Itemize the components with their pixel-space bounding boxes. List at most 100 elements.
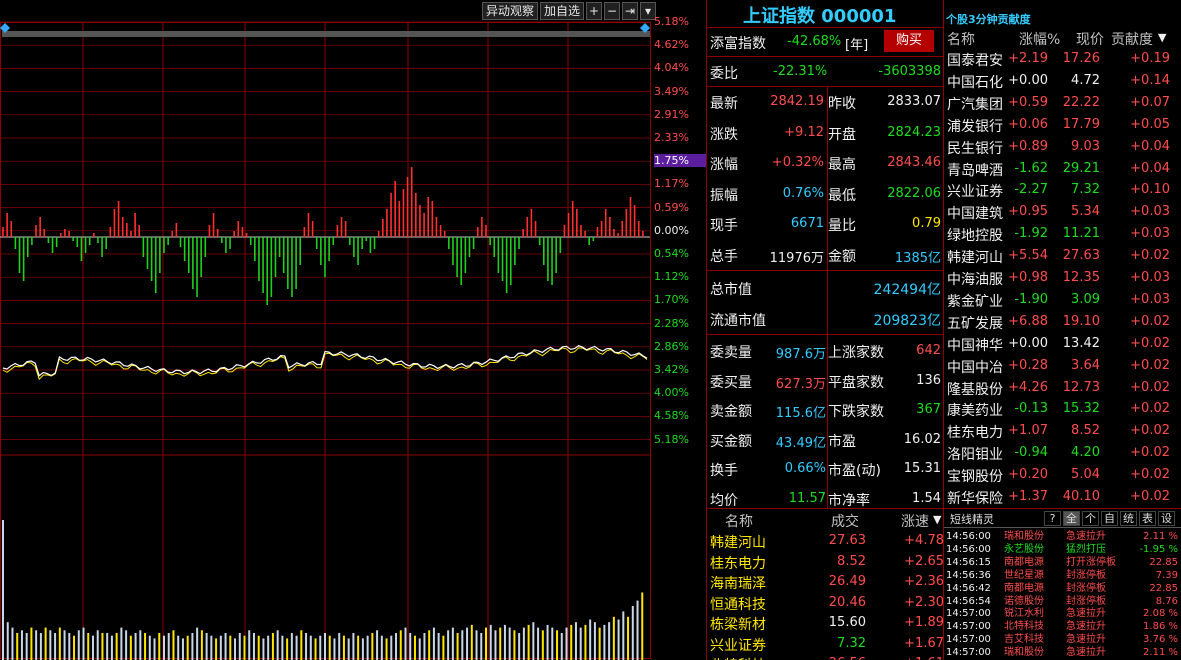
pct-change: -1.62 xyxy=(1014,160,1048,176)
list-item[interactable]: 桂东电力 8.52 +2.65 xyxy=(707,552,944,572)
contribution-row[interactable]: 中国中冶 +0.28 3.64 +0.02 xyxy=(944,356,1181,377)
contribution-header: 名称 涨幅% 现价 贡献度 ▼ xyxy=(944,28,1181,49)
list-item[interactable]: 海南瑞泽 26.49 +2.36 xyxy=(707,572,944,592)
pct-change: +0.20 xyxy=(1008,467,1048,483)
contribution-row[interactable]: 隆基股份 +4.26 12.73 +0.02 xyxy=(944,378,1181,399)
sort-down-icon[interactable]: ▼ xyxy=(933,513,941,526)
contribution-row[interactable]: 洛阳钼业 -0.94 4.20 +0.02 xyxy=(944,443,1181,464)
sprite-tab[interactable]: 个 xyxy=(1082,511,1099,526)
stat-value: 367 xyxy=(916,402,941,417)
sprite-row[interactable]: 14:56:54 诺德股份 封涨停板 8.76 xyxy=(944,595,1181,608)
pct-change: +0.59 xyxy=(1008,94,1048,110)
sprite-stock: 南都电源 xyxy=(1004,582,1044,594)
sprite-row[interactable]: 14:57:00 吉艾科技 急速拉升 3.76 % xyxy=(944,633,1181,646)
buy-button[interactable]: 购买 xyxy=(884,30,934,52)
current-price: 13.42 xyxy=(1062,335,1100,351)
pct-change: +1.37 xyxy=(1008,489,1048,504)
jump-end-icon[interactable]: ⇥ xyxy=(622,2,639,20)
contribution-row[interactable]: 绿地控股 -1.92 11.21 +0.03 xyxy=(944,224,1181,245)
contribution-row[interactable]: 兴业证券 -2.27 7.32 +0.10 xyxy=(944,180,1181,201)
anomaly-button[interactable]: 异动观察 xyxy=(482,2,539,20)
zoom-in-icon[interactable]: + xyxy=(586,2,603,20)
sprite-row[interactable]: 14:56:36 世纪星源 封涨停板 7.39 xyxy=(944,569,1181,582)
quote-row: 涨幅 +0.32% 最高 2843.46 xyxy=(707,148,944,177)
contribution-row[interactable]: 中国建筑 +0.95 5.34 +0.03 xyxy=(944,202,1181,223)
contribution-row[interactable]: 浦发银行 +0.06 17.79 +0.05 xyxy=(944,115,1181,136)
contribution-row[interactable]: 五矿发展 +6.88 19.10 +0.02 xyxy=(944,312,1181,333)
list-item[interactable]: 恒通科技 20.46 +2.30 xyxy=(707,593,944,613)
list-header-speed[interactable]: 涨速 xyxy=(901,511,929,531)
list-item[interactable]: 北特科技 26.56 +1.61 xyxy=(707,654,944,660)
stock-name: 桂东电力 xyxy=(710,555,766,572)
contribution-row[interactable]: 桂东电力 +1.07 8.52 +0.02 xyxy=(944,421,1181,442)
stock-name: 洛阳钼业 xyxy=(947,447,1003,464)
contribution-row[interactable]: 中国石化 +0.00 4.72 +0.14 xyxy=(944,71,1181,92)
contribution-row[interactable]: 韩建河山 +5.54 27.63 +0.02 xyxy=(944,246,1181,267)
contribution-row[interactable]: 广汽集团 +0.59 22.22 +0.07 xyxy=(944,93,1181,114)
stat-value: 0.76% xyxy=(782,185,824,201)
sprite-tab[interactable]: ? xyxy=(1044,511,1061,526)
sprite-time: 14:56:15 xyxy=(946,556,991,568)
intraday-chart[interactable]: 异动观察 加自选 + − ⇥ ▾ 5.18% 4.62% 4.04% 3.49% 2.9… xyxy=(0,0,706,660)
stat-label: 市盈(动) xyxy=(828,463,881,479)
sprite-row[interactable]: 14:56:42 南都电源 封涨停板 22.85 xyxy=(944,582,1181,595)
contribution-value: +0.02 xyxy=(1130,401,1170,417)
sprite-event: 急速拉升 xyxy=(1066,531,1106,542)
sprite-event: 封涨停板 xyxy=(1066,569,1106,581)
header-price[interactable]: 现价 xyxy=(1076,29,1104,49)
contribution-row[interactable]: 康美药业 -0.13 15.32 +0.02 xyxy=(944,399,1181,420)
contribution-row[interactable]: 中国神华 +0.00 13.42 +0.02 xyxy=(944,334,1181,355)
pct-change: -0.13 xyxy=(1014,401,1048,417)
current-price: 27.63 xyxy=(1062,248,1100,264)
sprite-row[interactable]: 14:56:15 南都电源 打开涨停板 22.85 xyxy=(944,556,1181,569)
add-watchlist-button[interactable]: 加自选 xyxy=(540,2,585,20)
current-price: 12.73 xyxy=(1062,379,1100,395)
sprite-row[interactable]: 14:57:00 锐江水利 急速拉升 2.08 % xyxy=(944,607,1181,620)
sprite-row[interactable]: 14:56:00 永艺股份 猛烈打压 -1.95 % xyxy=(944,543,1181,556)
contribution-row[interactable]: 民生银行 +0.89 9.03 +0.04 xyxy=(944,137,1181,158)
stock-name: 康美药业 xyxy=(947,403,1003,420)
sprite-row[interactable]: 14:57:00 瑞和股份 急速拉升 2.11 % xyxy=(944,646,1181,659)
sprite-time: 14:56:36 xyxy=(946,569,991,581)
sprite-tab[interactable]: 设 xyxy=(1158,511,1175,526)
contribution-row[interactable]: 国泰君安 +2.19 17.26 +0.19 xyxy=(944,49,1181,70)
sprite-tab[interactable]: 表 xyxy=(1139,511,1156,526)
chart-toolbar: 异动观察 加自选 + − ⇥ ▾ xyxy=(482,2,657,20)
list-item[interactable]: 韩建河山 27.63 +4.78 xyxy=(707,531,944,551)
sprite-value: 1.86 % xyxy=(1143,621,1178,633)
contribution-value: +0.02 xyxy=(1130,379,1170,395)
sprite-row[interactable]: 14:56:00 瑞和股份 急速拉升 2.11 % xyxy=(944,530,1181,543)
contribution-row[interactable]: 紫金矿业 -1.90 3.09 +0.03 xyxy=(944,290,1181,311)
stock-name: 恒通科技 xyxy=(710,596,766,613)
stat-label: 总手 xyxy=(710,248,738,265)
list-item[interactable]: 栋梁新材 15.60 +1.89 xyxy=(707,613,944,633)
current-price: 11.21 xyxy=(1062,226,1100,242)
contribution-row[interactable]: 宝钢股份 +0.20 5.04 +0.02 xyxy=(944,465,1181,486)
sprite-stock: 吉艾科技 xyxy=(1004,634,1044,646)
sprite-tab[interactable]: 统 xyxy=(1120,511,1137,526)
sprite-event: 急速拉升 xyxy=(1066,647,1106,659)
stat-label: 买金额 xyxy=(710,433,752,450)
current-price: 22.22 xyxy=(1062,94,1100,110)
sprite-tab[interactable]: 自 xyxy=(1101,511,1118,526)
zoom-out-icon[interactable]: − xyxy=(604,2,621,20)
header-contrib[interactable]: 贡献度 xyxy=(1111,29,1153,49)
sprite-title: 短线精灵 xyxy=(950,513,994,526)
sprite-row[interactable]: 14:57:00 北特科技 急速拉升 1.86 % xyxy=(944,620,1181,633)
y-axis-label: 0.00% xyxy=(654,223,689,237)
sprite-tab[interactable]: 全 xyxy=(1063,511,1080,526)
stat-label: 换手 xyxy=(710,463,738,479)
speed-value: +2.65 xyxy=(904,553,944,569)
contribution-row[interactable]: 新华保险 +1.37 40.10 +0.02 xyxy=(944,487,1181,508)
stat-label: 最高 xyxy=(828,157,856,173)
contribution-row[interactable]: 青岛啤酒 -1.62 29.21 +0.04 xyxy=(944,159,1181,180)
list-item[interactable]: 兴业证券 7.32 +1.67 xyxy=(707,634,944,654)
y-axis-label: 2.86% xyxy=(654,339,689,353)
contribution-row[interactable]: 中海油服 +0.98 12.35 +0.03 xyxy=(944,268,1181,289)
quote-row: 委买量 627.3万 平盘家数 136 xyxy=(707,366,944,395)
header-pct[interactable]: 涨幅% xyxy=(1019,29,1060,49)
tianfu-row: 添富指数 -42.68% [年] 购买 xyxy=(707,27,944,56)
sort-down-icon[interactable]: ▼ xyxy=(1158,31,1166,44)
sprite-value: 8.76 xyxy=(1155,595,1178,607)
stock-name: 中国中冶 xyxy=(947,359,1003,376)
